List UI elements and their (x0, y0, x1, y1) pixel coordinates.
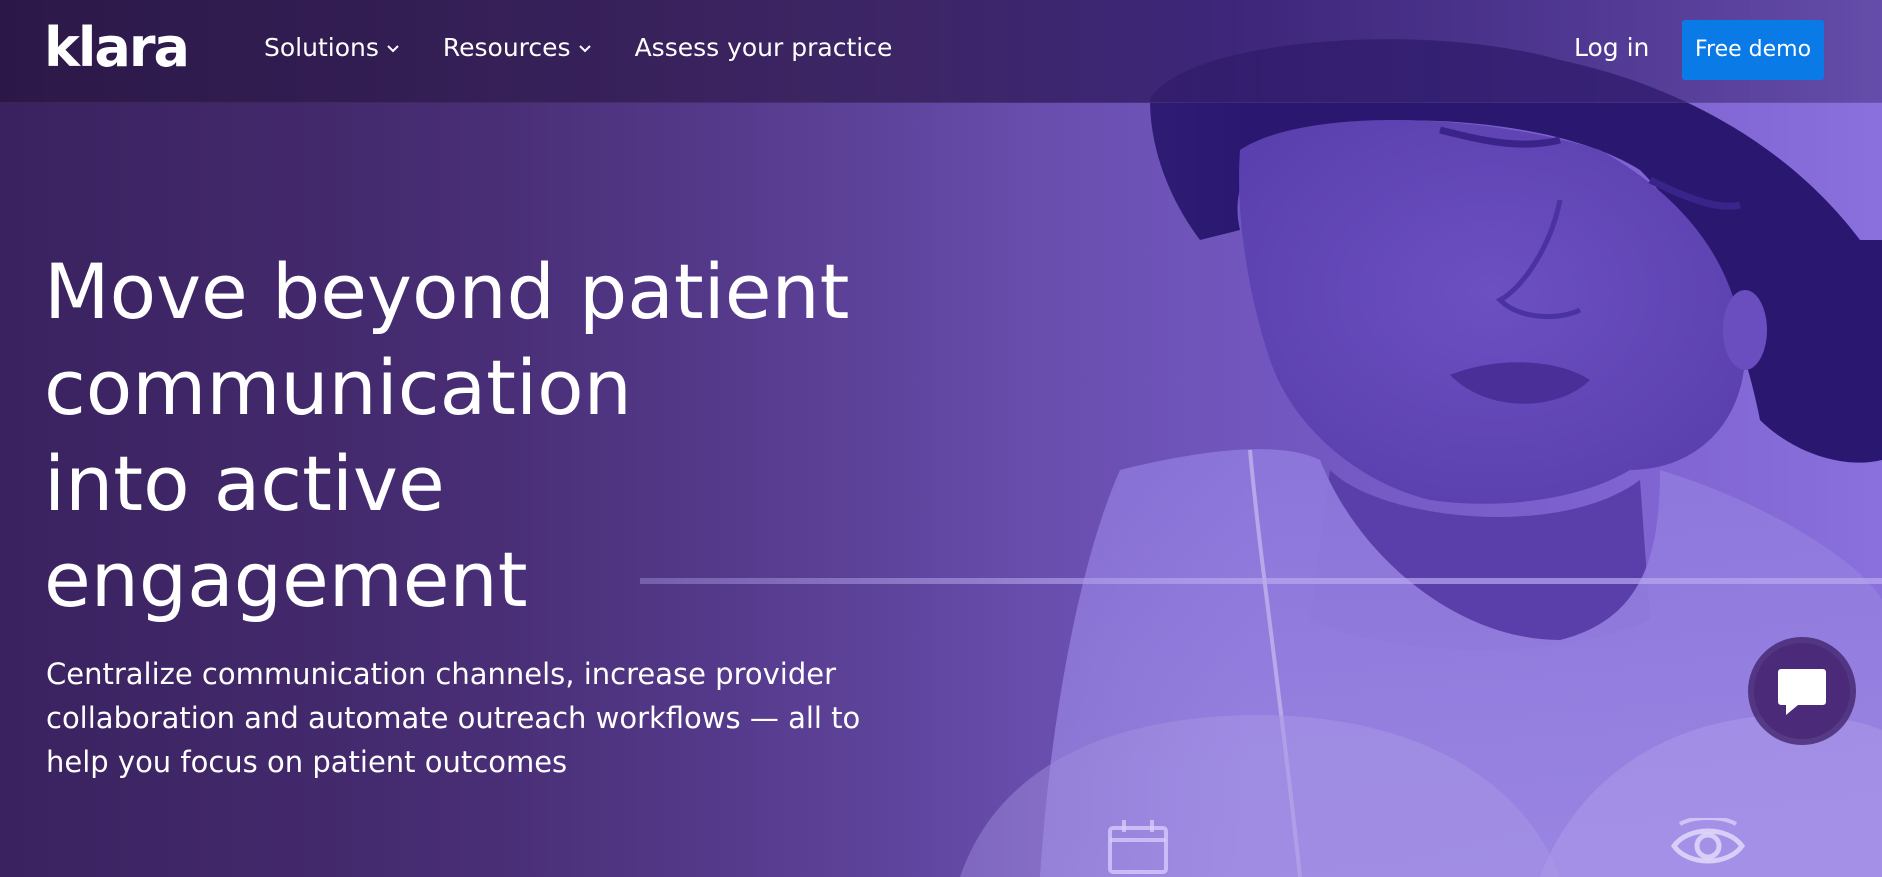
nav-item-label: Solutions (264, 33, 379, 62)
calendar-icon (1108, 820, 1168, 874)
nav-item-assess-practice[interactable]: Assess your practice (635, 30, 893, 66)
free-demo-button[interactable]: Free demo (1682, 20, 1824, 80)
klara-logo[interactable]: klara (44, 16, 190, 80)
eye-icon (1670, 818, 1746, 864)
headline-line: engagement (44, 535, 528, 624)
nav-item-label: Resources (442, 33, 571, 62)
nav-item-label: Assess your practice (634, 33, 893, 62)
nav-item-resources[interactable]: Resources (443, 30, 593, 66)
chevron-down-icon (578, 45, 591, 53)
hero-subtext: Centralize communication channels, incre… (46, 652, 946, 784)
site-header: klara Solutions Resources Assess your pr… (0, 0, 1882, 103)
chat-launcher-button[interactable] (1754, 643, 1850, 739)
main-nav: Solutions Resources Assess your practice (264, 30, 934, 66)
page: klara Solutions Resources Assess your pr… (0, 0, 1882, 877)
headline-line: communication (44, 343, 632, 432)
nav-item-solutions[interactable]: Solutions (264, 30, 401, 66)
subtext-line: Centralize communication channels, incre… (46, 657, 836, 691)
subtext-line: help you focus on patient outcomes (46, 745, 568, 779)
hero-headline: Move beyond patient communication into a… (44, 244, 944, 628)
chat-bubble-icon (1778, 669, 1826, 715)
headline-line: into active (44, 439, 445, 528)
headline-line: Move beyond patient (44, 247, 850, 336)
login-link[interactable]: Log in (1574, 30, 1649, 66)
chevron-down-icon (387, 45, 399, 53)
subtext-line: collaboration and automate outreach work… (46, 701, 861, 735)
